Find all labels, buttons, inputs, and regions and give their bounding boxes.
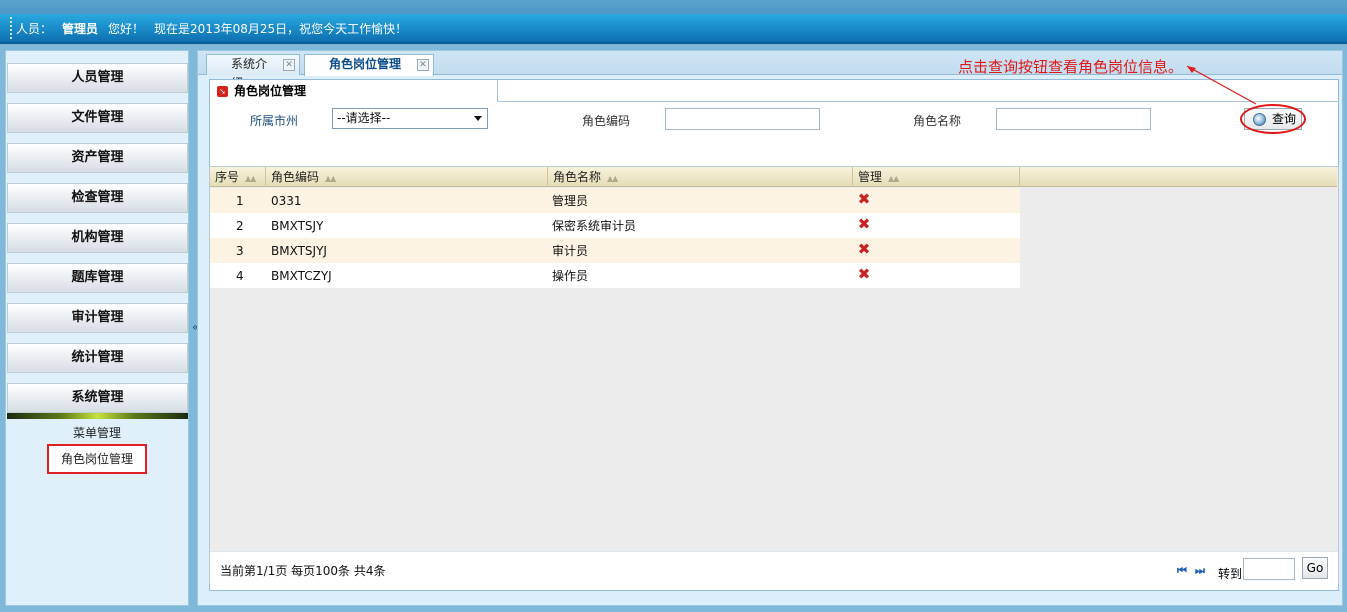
- sidebar-item-statistics[interactable]: 统计管理: [7, 343, 188, 373]
- sidebar-item-assets[interactable]: 资产管理: [7, 143, 188, 173]
- cell-index: 4: [236, 269, 244, 283]
- table-row[interactable]: 2 BMXTSJY 保密系统审计员 ✖: [210, 213, 1020, 238]
- table-header: 序号 ▲▲ 角色编码 ▲▲ 角色名称 ▲▲ 管理 ▲▲: [210, 167, 1337, 187]
- cell-index: 3: [236, 244, 244, 258]
- region-select[interactable]: --请选择--: [332, 108, 488, 129]
- sidebar-item-inspection[interactable]: 检查管理: [7, 183, 188, 213]
- tab-role-position[interactable]: 角色岗位管理 ✕: [304, 54, 434, 76]
- tab-label: 角色岗位管理: [329, 57, 402, 71]
- panel-title-text: 角色岗位管理: [234, 84, 307, 98]
- close-icon[interactable]: ✕: [283, 59, 295, 71]
- arrow-icon: ➘: [217, 86, 228, 97]
- active-menu-indicator: [7, 413, 188, 419]
- cell-name: 管理员: [552, 194, 589, 208]
- bar-divider: [10, 17, 12, 39]
- name-label: 角色名称: [913, 114, 962, 128]
- column-header-index[interactable]: 序号 ▲▲: [210, 167, 266, 187]
- pager: 当前第1/1页 每页100条 共4条 ⏮ ⏭ 转到 Go: [210, 551, 1338, 584]
- tab-system-intro[interactable]: 系统介绍 ✕: [206, 54, 300, 90]
- cell-index: 1: [236, 194, 244, 208]
- goto-label: 转到: [1218, 567, 1243, 581]
- chevron-down-icon: [474, 116, 482, 121]
- table-row[interactable]: 1 0331 管理员 ✖: [210, 188, 1020, 213]
- cell-code: 0331: [271, 194, 302, 208]
- cell-code: BMXTSJYJ: [271, 244, 327, 258]
- content-area: 系统介绍 ✕ 角色岗位管理 ✕ ➘ 角色岗位管理 所属市州 --请选择-- 角色…: [197, 50, 1343, 606]
- panel-title: ➘ 角色岗位管理: [210, 80, 498, 102]
- sidebar-item-system[interactable]: 系统管理: [7, 383, 188, 413]
- cell-name: 操作员: [552, 269, 589, 283]
- delete-icon[interactable]: ✖: [857, 267, 871, 282]
- delete-icon[interactable]: ✖: [857, 192, 871, 207]
- delete-icon[interactable]: ✖: [857, 242, 871, 257]
- user-label: 人员：: [16, 21, 53, 36]
- last-page-icon[interactable]: ⏭: [1195, 565, 1207, 576]
- date-message: 现在是2013年08月25日，祝您今天工作愉快！: [154, 21, 408, 36]
- delete-icon[interactable]: ✖: [857, 217, 871, 232]
- column-header-name[interactable]: 角色名称 ▲▲: [548, 167, 853, 187]
- region-label: 所属市州: [250, 114, 299, 128]
- user-name: 管理员: [62, 21, 99, 36]
- close-icon[interactable]: ✕: [417, 59, 429, 71]
- first-page-icon[interactable]: ⏮: [1177, 565, 1189, 576]
- submenu-item-menu-management[interactable]: 菜单管理: [6, 424, 188, 441]
- sidebar-item-organization[interactable]: 机构管理: [7, 223, 188, 253]
- sidebar-item-audit[interactable]: 审计管理: [7, 303, 188, 333]
- cell-name: 审计员: [552, 244, 589, 258]
- sidebar-item-question-bank[interactable]: 题库管理: [7, 263, 188, 293]
- code-label: 角色编码: [582, 114, 631, 128]
- table-row[interactable]: 4 BMXTCZYJ 操作员 ✖: [210, 263, 1020, 288]
- annotation-arrow-icon: [1186, 65, 1257, 105]
- region-select-value: --请选择--: [337, 111, 391, 125]
- greeting: 您好！: [108, 21, 145, 36]
- goto-page-input[interactable]: [1243, 558, 1295, 580]
- column-header-code[interactable]: 角色编码 ▲▲: [266, 167, 548, 187]
- sidebar: 人员管理 文件管理 资产管理 检查管理 机构管理 题库管理 审计管理 统计管理 …: [5, 50, 189, 606]
- sidebar-item-files[interactable]: 文件管理: [7, 103, 188, 133]
- submenu-item-role-position[interactable]: 角色岗位管理: [47, 444, 147, 474]
- user-bar: 人员： 管理员 您好！ 现在是2013年08月25日，祝您今天工作愉快！: [0, 14, 1347, 44]
- cell-name: 保密系统审计员: [552, 219, 637, 233]
- cell-code: BMXTSJY: [271, 219, 324, 233]
- role-code-input[interactable]: [665, 108, 820, 130]
- top-banner: [0, 0, 1347, 14]
- role-table: 序号 ▲▲ 角色编码 ▲▲ 角色名称 ▲▲ 管理 ▲▲ 1 0331 管理员 ✖ 2 B…: [209, 166, 1339, 584]
- table-row[interactable]: 3 BMXTSJYJ 审计员 ✖: [210, 238, 1020, 263]
- pager-info: 当前第1/1页 每页100条 共4条: [220, 564, 386, 578]
- go-button[interactable]: Go: [1302, 557, 1328, 579]
- sidebar-item-personnel[interactable]: 人员管理: [7, 63, 188, 93]
- cell-index: 2: [236, 219, 244, 233]
- column-header-manage[interactable]: 管理 ▲▲: [853, 167, 1020, 187]
- cell-code: BMXTCZYJ: [271, 269, 332, 283]
- role-name-input[interactable]: [996, 108, 1151, 130]
